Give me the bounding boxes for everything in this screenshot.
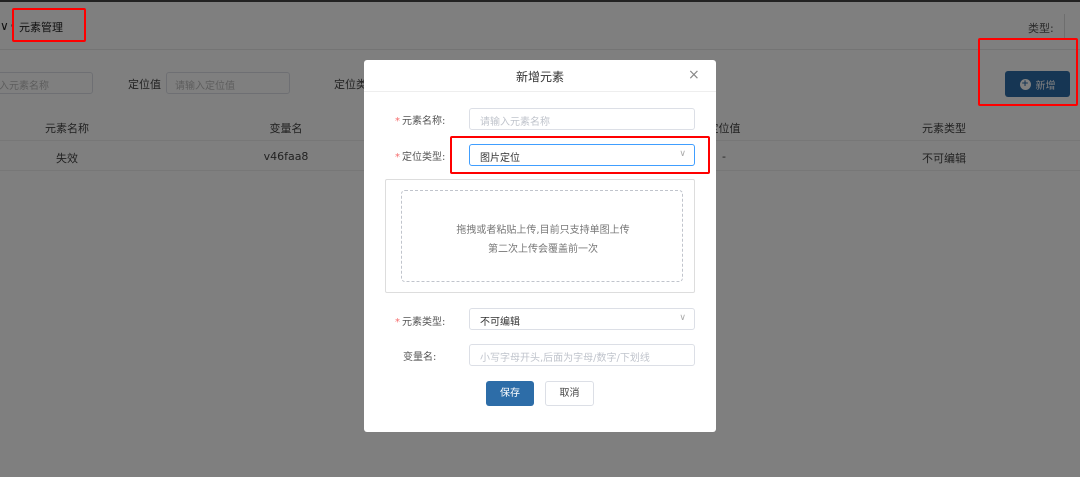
upload-hint-line2: 第二次上传会覆盖前一次	[488, 244, 598, 255]
locator-type-select[interactable]: 图片定位 ∨	[469, 144, 695, 166]
locator-type-value: 图片定位	[480, 153, 520, 164]
element-type-value: 不可编辑	[480, 317, 520, 328]
locator-type-label-text: 定位类型:	[402, 152, 446, 163]
chevron-down-icon: ∨	[679, 149, 686, 159]
cancel-button[interactable]: 取消	[545, 381, 594, 406]
required-mark: *	[395, 116, 400, 127]
element-name-label-text: 元素名称:	[402, 116, 446, 127]
save-button[interactable]: 保存	[486, 381, 534, 406]
add-element-dialog: 新增元素 × * 元素名称: 请输入元素名称 * 定位类型: 图片定位 ∨ 拖拽或者…	[364, 60, 716, 432]
locator-type-label: * 定位类型:	[395, 148, 445, 163]
element-name-input[interactable]: 请输入元素名称	[469, 108, 695, 130]
chevron-down-icon: ∨	[679, 313, 686, 323]
element-type-label-text: 元素类型:	[402, 317, 446, 328]
required-mark: *	[395, 317, 400, 328]
variable-name-input[interactable]: 小写字母开头,后面为字母/数字/下划线	[469, 344, 695, 366]
required-mark: *	[395, 152, 400, 163]
dialog-title: 新增元素	[515, 70, 564, 84]
upload-hint-line1: 拖拽或者粘贴上传,目前只支持单图上传	[456, 225, 630, 236]
element-type-select[interactable]: 不可编辑 ∨	[469, 308, 695, 330]
element-type-label: * 元素类型:	[395, 313, 445, 328]
close-icon[interactable]: ×	[688, 67, 700, 83]
dialog-header-divider	[364, 91, 716, 92]
upload-area: 拖拽或者粘贴上传,目前只支持单图上传 第二次上传会覆盖前一次	[385, 179, 695, 293]
upload-dropzone[interactable]: 拖拽或者粘贴上传,目前只支持单图上传 第二次上传会覆盖前一次	[401, 190, 683, 282]
variable-name-label: 变量名:	[403, 352, 437, 363]
element-name-label: * 元素名称:	[395, 112, 445, 127]
